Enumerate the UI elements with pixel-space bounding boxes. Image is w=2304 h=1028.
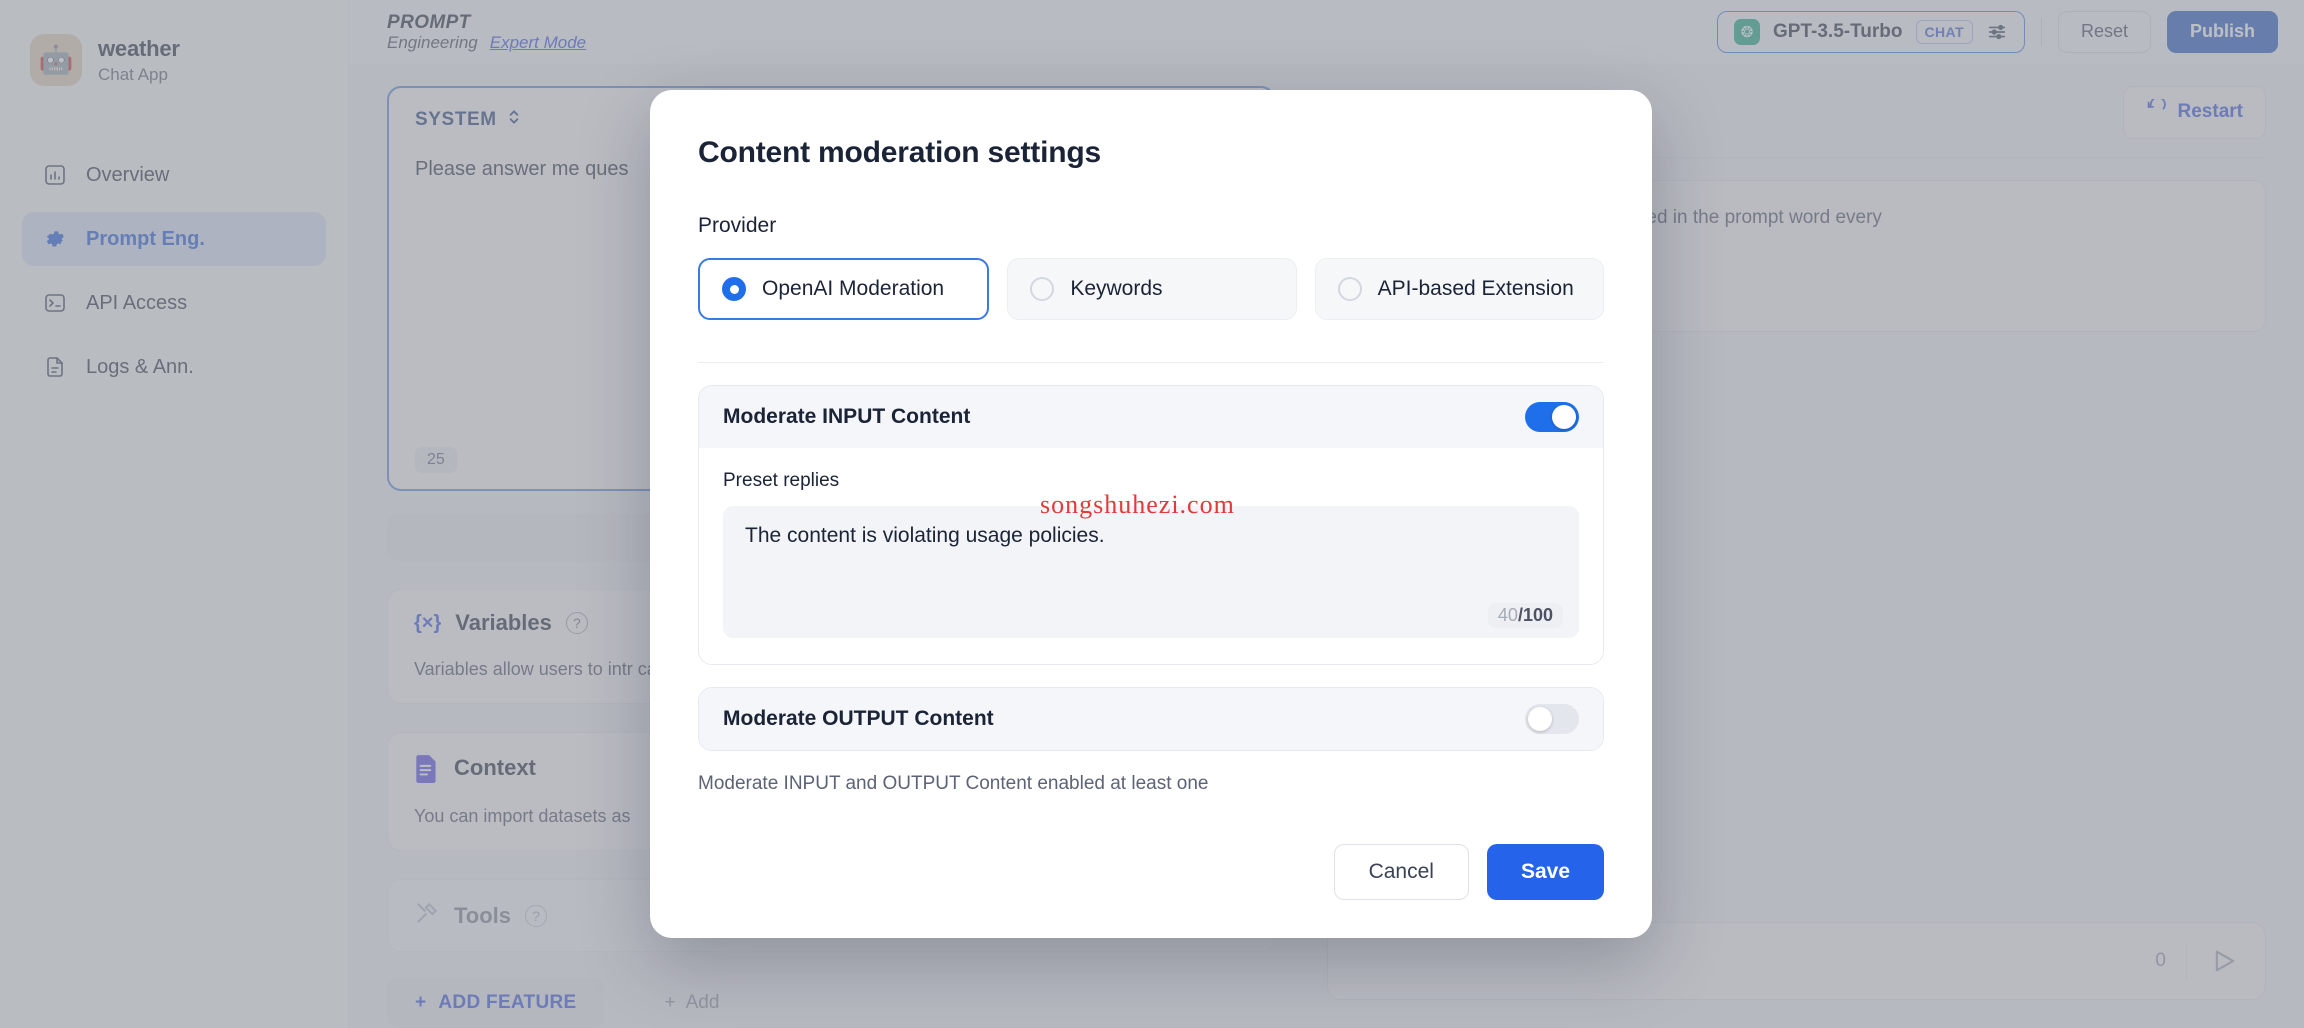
moderate-output-panel: Moderate OUTPUT Content [698, 687, 1604, 751]
counter-current: 40 [1497, 605, 1518, 625]
moderate-output-toggle[interactable] [1525, 704, 1579, 734]
dialog-actions: Cancel Save [698, 844, 1604, 938]
divider [698, 362, 1604, 363]
provider-options: OpenAI Moderation Keywords API-based Ext… [698, 258, 1604, 320]
radio-icon [1337, 277, 1362, 301]
provider-option-openai[interactable]: OpenAI Moderation [698, 258, 990, 320]
content-moderation-dialog: Content moderation settings Provider Ope… [650, 90, 1652, 938]
provider-option-api-extension[interactable]: API-based Extension [1314, 258, 1604, 320]
cancel-button[interactable]: Cancel [1333, 844, 1469, 900]
moderate-input-body: Preset replies The content is violating … [699, 448, 1603, 664]
radio-selected-icon [722, 277, 746, 301]
moderate-input-title: Moderate INPUT Content [723, 405, 971, 428]
preset-replies-value: The content is violating usage policies. [745, 524, 1105, 547]
save-button[interactable]: Save [1486, 844, 1604, 900]
provider-option-keywords[interactable]: Keywords [1007, 258, 1297, 320]
moderate-output-title: Moderate OUTPUT Content [723, 707, 994, 730]
toggle-knob [1552, 405, 1576, 429]
moderate-input-panel: Moderate INPUT Content Preset replies Th… [698, 385, 1604, 665]
provider-label-text: API-based Extension [1377, 277, 1574, 300]
provider-label-text: Keywords [1070, 277, 1163, 300]
toggle-knob [1528, 707, 1552, 731]
provider-label-text: OpenAI Moderation [762, 277, 945, 300]
preset-char-counter: 40/100 [1487, 603, 1563, 628]
moderate-input-header: Moderate INPUT Content [699, 386, 1603, 448]
moderate-output-header: Moderate OUTPUT Content [699, 688, 1603, 750]
validation-helper-text: Moderate INPUT and OUTPUT Content enable… [698, 773, 1209, 794]
radio-icon [1030, 277, 1055, 301]
provider-label: Provider [698, 214, 777, 237]
app-root: 🤖 weather Chat App Overview [0, 0, 2304, 1028]
moderate-input-toggle[interactable] [1525, 402, 1579, 432]
counter-max: /100 [1517, 605, 1553, 625]
preset-replies-input[interactable]: The content is violating usage policies.… [723, 506, 1579, 638]
dialog-title: Content moderation settings [698, 136, 1101, 169]
preset-replies-label: Preset replies [723, 470, 840, 491]
